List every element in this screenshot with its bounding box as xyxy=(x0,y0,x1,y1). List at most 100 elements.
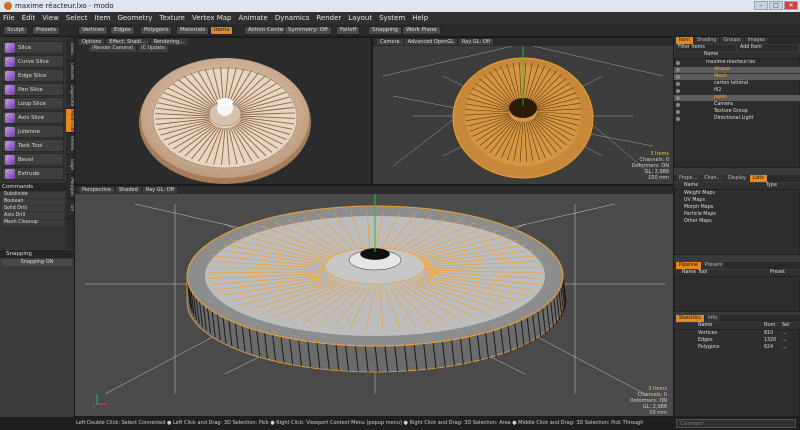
menu-select[interactable]: Select xyxy=(66,14,88,22)
visibility-eye-icon[interactable] xyxy=(676,61,680,65)
subdivide-command[interactable]: Subdivide xyxy=(2,192,64,198)
julienne-tool[interactable]: Julienne xyxy=(2,125,64,138)
items-mode-button[interactable]: Items xyxy=(210,26,234,35)
presets-button[interactable]: Presets xyxy=(32,26,61,35)
tab-vertex[interactable]: Vertex xyxy=(66,133,74,155)
axis-drill-command[interactable]: Axis Drill xyxy=(2,213,64,219)
item-list-row[interactable]: Texture Group xyxy=(674,109,800,115)
tab-images[interactable]: Images xyxy=(744,37,769,44)
item-list-row[interactable]: pales xyxy=(674,95,800,101)
menu-render[interactable]: Render xyxy=(316,14,341,22)
menu-layout[interactable]: Layout xyxy=(348,14,372,22)
list-item-particle-maps[interactable]: Particle Maps xyxy=(676,212,796,218)
snapping-toggle[interactable]: Snapping xyxy=(368,26,402,35)
vp3-raygl-tab[interactable]: Ray GL: Off xyxy=(142,187,178,193)
action-center-dropdown[interactable]: Action Center xyxy=(244,26,290,35)
tab-mesh-edit[interactable]: Mesh Edit xyxy=(66,109,74,133)
item-list-row[interactable]: Mesh xyxy=(674,74,800,80)
list-item-uv-maps[interactable]: UV Maps xyxy=(676,198,796,204)
axis-slice-tool[interactable]: Axis Slice xyxy=(2,111,64,124)
menu-view[interactable]: View xyxy=(42,14,59,22)
vp2-opengl-tab[interactable]: Advanced OpenGL xyxy=(404,39,457,45)
boolean-command[interactable]: Boolean xyxy=(2,199,64,205)
visibility-eye-icon[interactable] xyxy=(676,117,680,121)
maximize-button[interactable]: □ xyxy=(769,1,783,10)
tab-uv[interactable]: UV xyxy=(66,199,74,219)
tab-item-list[interactable]: Item xyxy=(676,37,693,44)
menu-edit[interactable]: Edit xyxy=(22,14,36,22)
vp1-effect-tab[interactable]: Effect: Shadi... xyxy=(106,39,149,45)
tab-edge[interactable]: Edge xyxy=(66,155,74,175)
add-item-button[interactable]: Add Item xyxy=(738,45,798,51)
vp2-camera-tab[interactable]: Camera xyxy=(377,39,403,45)
tab-polygon[interactable]: Polygon xyxy=(66,175,74,199)
symmetry-dropdown[interactable]: Symmetry: Off xyxy=(284,26,332,35)
snapping-header[interactable]: Snapping xyxy=(0,250,74,258)
sculpt-button[interactable]: Sculpt xyxy=(3,26,29,35)
list-item-other-maps[interactable]: Other Maps xyxy=(676,219,796,225)
menu-geometry[interactable]: Geometry xyxy=(117,14,152,22)
curve-slice-tool[interactable]: Curve Slice xyxy=(2,55,64,68)
vp3-perspective-tab[interactable]: Perspective xyxy=(79,187,114,193)
command-input[interactable] xyxy=(676,419,796,428)
item-list-row[interactable]: maxime réacteur.lxo xyxy=(674,60,800,66)
tab-shading[interactable]: Shading xyxy=(693,37,720,44)
visibility-eye-icon[interactable] xyxy=(676,96,680,100)
tab-duplicate[interactable]: Duplicate xyxy=(66,83,74,109)
filter-items-dropdown[interactable]: Filter Items xyxy=(676,45,736,51)
camera-viewport[interactable]: Camera Advanced OpenGL Ray GL: Off 3 Ite… xyxy=(372,37,674,185)
falloff-dropdown[interactable]: Falloff xyxy=(336,26,361,35)
menu-system[interactable]: System xyxy=(379,14,405,22)
tab-info[interactable]: Info xyxy=(704,315,721,322)
visibility-eye-icon[interactable] xyxy=(676,110,680,114)
menu-file[interactable]: File xyxy=(3,14,15,22)
commands-header[interactable]: Commands xyxy=(0,183,66,191)
tab-statistics[interactable]: Statistics xyxy=(676,315,704,322)
item-list-row[interactable]: carton lattéral xyxy=(674,81,800,87)
snapping-button[interactable]: Snapping ON xyxy=(2,259,72,266)
edges-mode-button[interactable]: Edges xyxy=(110,26,135,35)
item-list-row[interactable]: Directional Light xyxy=(674,116,800,122)
visibility-eye-icon[interactable] xyxy=(676,103,680,107)
vp1-options-tab[interactable]: Options xyxy=(79,39,105,45)
menu-dynamics[interactable]: Dynamics xyxy=(275,14,310,22)
close-button[interactable]: ✕ xyxy=(784,1,798,10)
menu-texture[interactable]: Texture xyxy=(159,14,185,22)
workplane-dropdown[interactable]: Work Plane xyxy=(402,26,441,35)
loop-slice-tool[interactable]: Loop Slice xyxy=(2,97,64,110)
tack-tool[interactable]: Tack Tool xyxy=(2,139,64,152)
minimize-button[interactable]: – xyxy=(754,1,768,10)
stats-row-edges[interactable]: Edges 1320 ... xyxy=(676,338,796,344)
mesh-cleanup-command[interactable]: Mesh Cleanup xyxy=(2,220,64,226)
slice-tool[interactable]: Slice xyxy=(2,41,64,54)
menu-item[interactable]: Item xyxy=(95,14,111,22)
materials-mode-button[interactable]: Materials xyxy=(176,26,210,35)
list-item-weight-maps[interactable]: Weight Maps xyxy=(676,191,796,197)
menu-help[interactable]: Help xyxy=(412,14,428,22)
pen-slice-tool[interactable]: Pen Slice xyxy=(2,83,64,96)
tab-display[interactable]: Display xyxy=(725,175,749,182)
stats-row-polygons[interactable]: Polygons 624 ... xyxy=(676,345,796,351)
vp1-rendering-tab[interactable]: Rendering... xyxy=(150,39,188,45)
polygons-mode-button[interactable]: Polygons xyxy=(140,26,173,35)
tab-properties[interactable]: Prope... xyxy=(676,175,701,182)
tab-pipeline[interactable]: Pipeline xyxy=(676,262,701,269)
edge-slice-tool[interactable]: Edge Slice xyxy=(2,69,64,82)
menu-animate[interactable]: Animate xyxy=(238,14,267,22)
item-list-row[interactable]: Camera xyxy=(674,102,800,108)
perspective-viewport[interactable]: Perspective Shaded Ray GL: Off 3 Items C… xyxy=(74,185,674,417)
extrude-tool[interactable]: Extrude xyxy=(2,167,64,180)
vertices-mode-button[interactable]: Vertices xyxy=(78,26,108,35)
vp3-shaded-tab[interactable]: Shaded xyxy=(115,187,141,193)
tab-presets[interactable]: Presets xyxy=(701,262,726,269)
bevel-tool[interactable]: Bevel xyxy=(2,153,64,166)
item-list-row[interactable]: disque xyxy=(674,67,800,73)
item-list-row[interactable]: fil2 xyxy=(674,88,800,94)
tab-lists[interactable]: Lists xyxy=(749,175,767,182)
visibility-eye-icon[interactable] xyxy=(676,75,680,79)
render-preview-viewport[interactable]: Options Effect: Shadi... Rendering... (R… xyxy=(74,37,372,185)
tab-groups[interactable]: Groups xyxy=(720,37,744,44)
tab-deform[interactable]: Deform xyxy=(66,61,74,83)
list-item-morph-maps[interactable]: Morph Maps xyxy=(676,205,796,211)
visibility-eye-icon[interactable] xyxy=(676,89,680,93)
